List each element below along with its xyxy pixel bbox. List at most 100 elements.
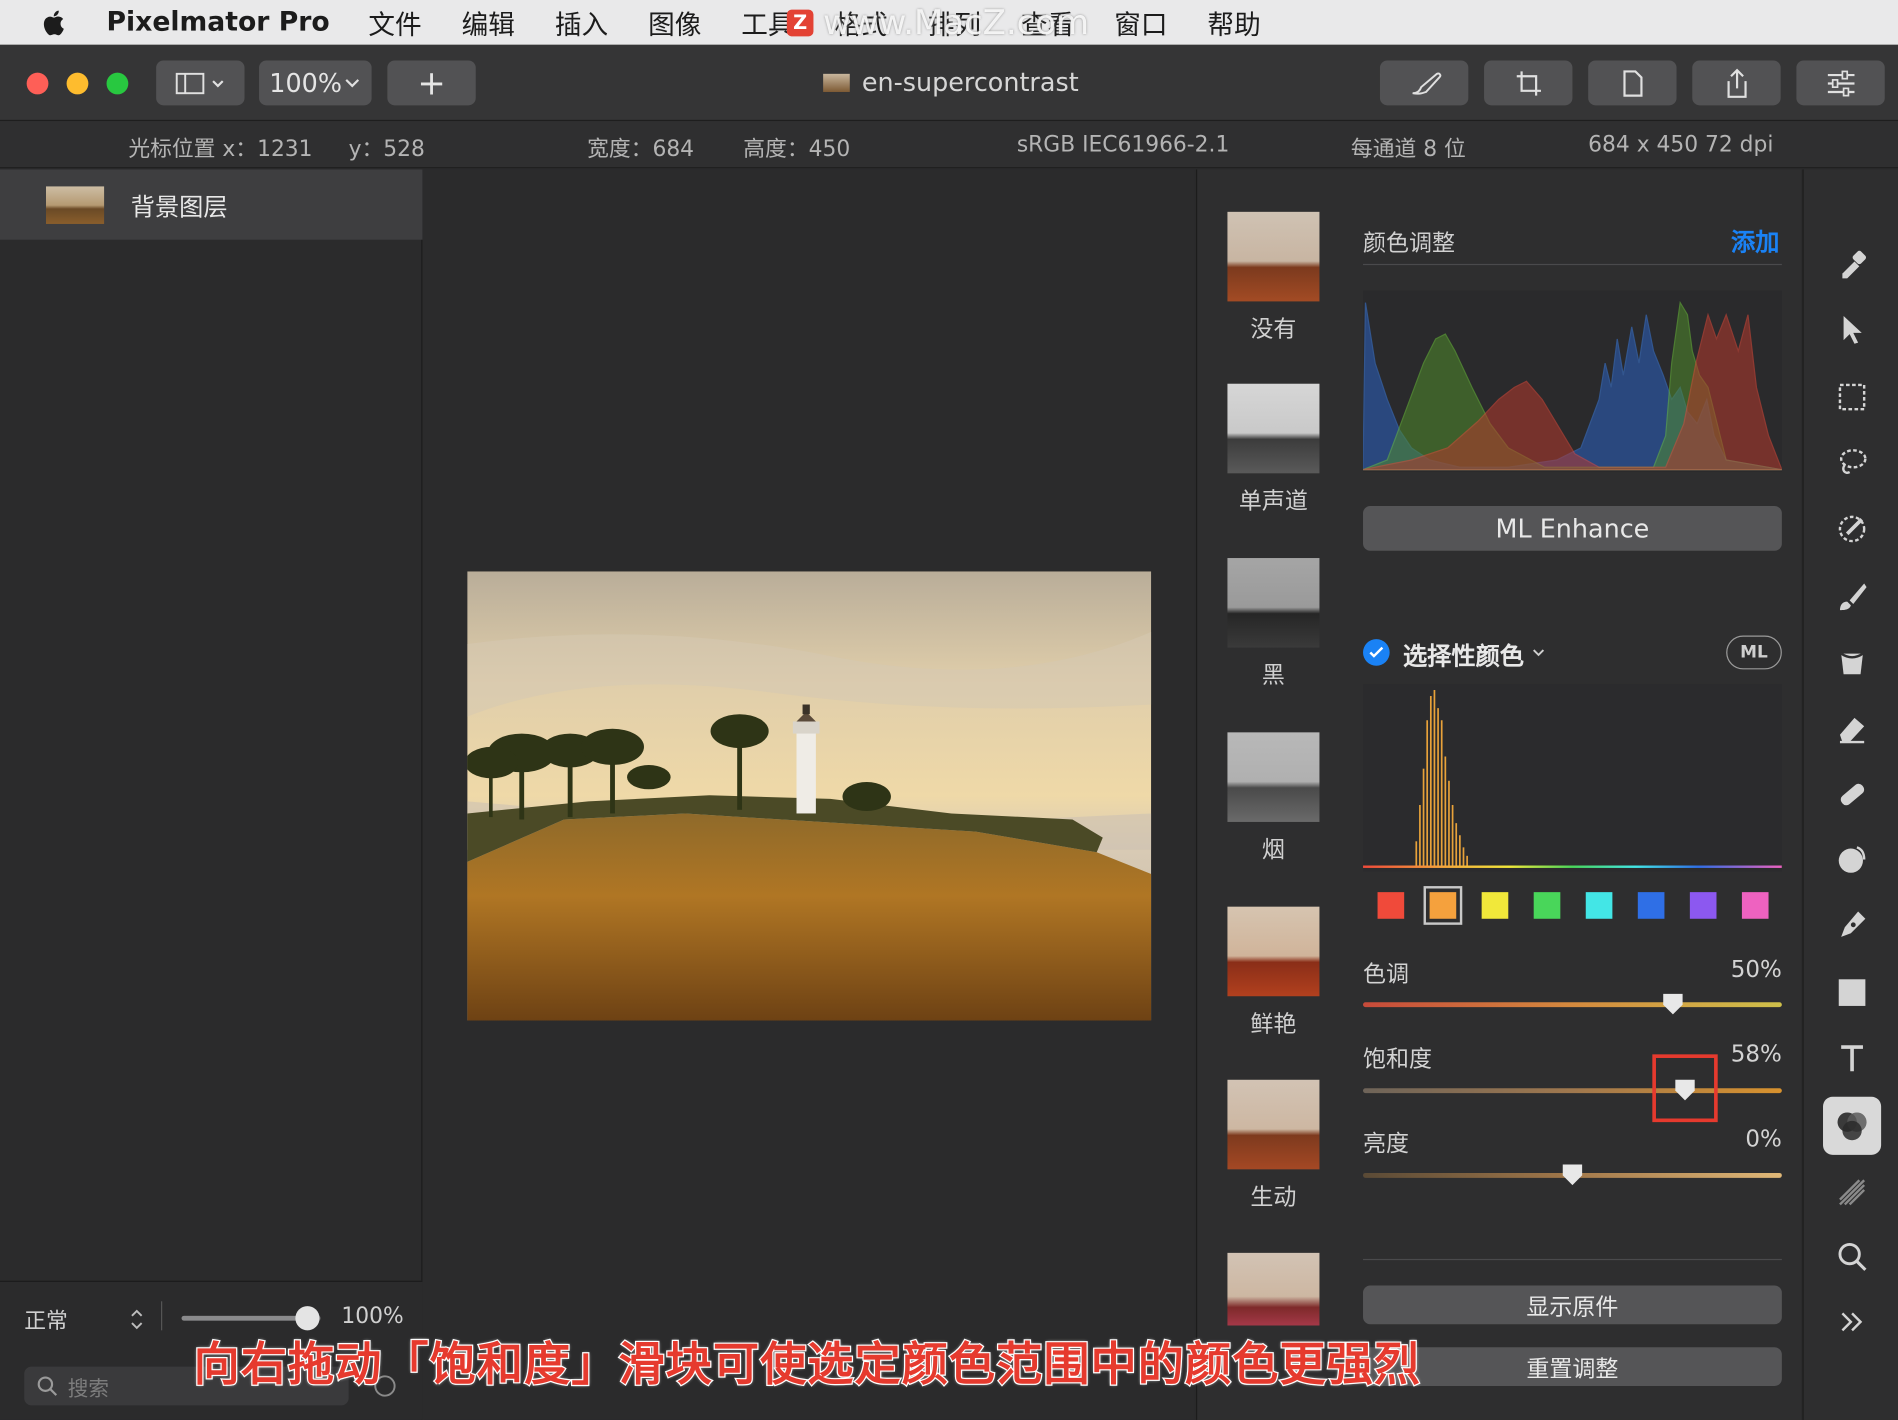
lasso-tool-button[interactable] — [1828, 438, 1876, 486]
updown-chevron-icon[interactable] — [128, 1306, 145, 1333]
double-chevron-right-icon — [1841, 1312, 1863, 1332]
brightness-slider-track[interactable] — [1363, 1164, 1782, 1186]
color-adjust-tool-button[interactable] — [1823, 1096, 1882, 1155]
zoom-window-button[interactable] — [106, 72, 129, 95]
swatch-magenta[interactable] — [1741, 892, 1769, 919]
warp-icon — [1838, 846, 1866, 873]
canvas-area[interactable] — [423, 169, 1195, 1420]
minimize-window-button[interactable] — [66, 72, 89, 95]
pen-tool-button[interactable] — [1828, 901, 1876, 949]
layer-row[interactable]: 背景图层 — [0, 169, 423, 240]
type-tool-button[interactable] — [1828, 1034, 1876, 1082]
preset-none[interactable]: 没有 — [1227, 211, 1320, 344]
close-window-button[interactable] — [26, 72, 49, 95]
document-button[interactable] — [1588, 60, 1677, 106]
quick-select-tool-button[interactable] — [1828, 505, 1876, 553]
swatch-yellow[interactable] — [1481, 892, 1509, 919]
more-tools-button[interactable] — [1828, 1298, 1876, 1346]
square-shape-icon — [1838, 979, 1866, 1006]
preset-thumbnail — [1227, 1252, 1320, 1326]
highlight-box — [1652, 1054, 1719, 1123]
menu-app-name[interactable]: Pixelmator Pro — [107, 7, 330, 37]
swatch-cyan[interactable] — [1585, 892, 1613, 919]
reset-adjustments-button[interactable]: 重置调整 — [1363, 1347, 1782, 1387]
zoom-dropdown[interactable]: 100% — [259, 60, 372, 106]
crop-icon — [1516, 70, 1541, 96]
color-profile-readout: sRGB IEC61966-2.1 — [1016, 131, 1230, 158]
paint-bucket-icon — [1840, 652, 1864, 675]
preset-thumbnail — [1227, 383, 1320, 474]
color-adjustments-title: 颜色调整 — [1363, 229, 1456, 257]
chevron-down-icon — [344, 78, 359, 87]
menu-insert[interactable]: 插入 — [555, 3, 608, 42]
opacity-slider-track[interactable] — [181, 1306, 321, 1331]
adjustments-toggle-button[interactable] — [1796, 60, 1885, 106]
ml-enhance-button[interactable]: ML Enhance — [1363, 505, 1782, 551]
saturation-slider-track[interactable] — [1363, 1054, 1782, 1123]
menu-help[interactable]: 帮助 — [1207, 3, 1260, 42]
marquee-icon — [1838, 383, 1866, 411]
selective-color-checkbox[interactable] — [1363, 639, 1390, 666]
preset-mono[interactable]: 单声道 — [1227, 383, 1320, 516]
effects-tool-button[interactable] — [1828, 1168, 1876, 1216]
preset-label: 生动 — [1250, 1183, 1297, 1211]
zoom-tool-button[interactable] — [1828, 1232, 1876, 1280]
image-width-readout: 宽度：684 — [587, 136, 695, 163]
selective-color-title[interactable]: 选择性颜色 — [1403, 637, 1524, 672]
brightness-slider-knob[interactable] — [1560, 1162, 1584, 1186]
adjustments-panel: 没有 单声道 黑 烟 鲜艳 生动 颜色调整 添加 ML Enhance 选择性颜… — [1195, 169, 1802, 1420]
preset-label: 鲜艳 — [1250, 1010, 1297, 1038]
blend-mode-select[interactable]: 正常 — [24, 1304, 68, 1335]
crop-button[interactable] — [1484, 60, 1573, 106]
arrange-tool-button[interactable] — [1828, 305, 1876, 353]
chevron-down-icon[interactable] — [1531, 646, 1546, 658]
saturation-label: 饱和度 — [1363, 1045, 1433, 1073]
bit-depth-readout: 每通道 8 位 — [1350, 136, 1466, 163]
menu-image[interactable]: 图像 — [648, 3, 701, 42]
swatch-blue[interactable] — [1637, 892, 1665, 919]
hue-slider-knob[interactable] — [1661, 991, 1685, 1015]
menu-window[interactable]: 窗口 — [1114, 3, 1167, 42]
add-adjustment-link[interactable]: 添加 — [1731, 223, 1779, 258]
preset-lively[interactable]: 生动 — [1227, 1079, 1320, 1212]
rect-select-tool-button[interactable] — [1828, 373, 1876, 421]
apple-icon[interactable] — [41, 8, 68, 37]
paint-tools-button[interactable] — [1379, 60, 1469, 106]
preset-smoke[interactable]: 烟 — [1227, 732, 1320, 864]
menu-edit[interactable]: 编辑 — [462, 3, 515, 42]
paint-tool-button[interactable] — [1828, 573, 1876, 621]
distort-tool-button[interactable] — [1828, 835, 1876, 883]
preset-thumbnail — [1227, 732, 1320, 822]
hue-slider-track[interactable] — [1363, 993, 1782, 1015]
opacity-slider-fill — [181, 1315, 307, 1321]
ml-badge-button[interactable]: ML — [1726, 635, 1782, 670]
document-title: en-supercontrast — [823, 68, 1079, 97]
menu-file[interactable]: 文件 — [368, 3, 421, 42]
preset-partial[interactable] — [1227, 1252, 1320, 1326]
add-label: + — [417, 62, 446, 103]
swatch-green[interactable] — [1533, 892, 1561, 919]
tools-strip — [1802, 169, 1898, 1420]
document-title-text: en-supercontrast — [861, 67, 1079, 97]
preset-label: 黑 — [1261, 662, 1285, 689]
style-tool-button[interactable] — [1828, 240, 1876, 288]
swatch-red[interactable] — [1377, 892, 1405, 919]
swatch-orange[interactable] — [1423, 886, 1463, 925]
fill-tool-button[interactable] — [1828, 638, 1876, 686]
retouch-tool-button[interactable] — [1828, 770, 1876, 818]
swatch-purple[interactable] — [1689, 892, 1717, 919]
add-button[interactable]: + — [387, 60, 476, 106]
preset-thumbnail — [1227, 1079, 1320, 1170]
document-image[interactable] — [467, 571, 1152, 1021]
shape-tool-button[interactable] — [1828, 968, 1876, 1016]
preset-vivid[interactable]: 鲜艳 — [1227, 906, 1320, 1039]
brightness-value: 0% — [1745, 1125, 1782, 1153]
preset-black[interactable]: 黑 — [1227, 558, 1320, 690]
sidebar-toggle-button[interactable] — [156, 60, 245, 106]
show-original-button[interactable]: 显示原件 — [1363, 1285, 1782, 1325]
pen-nib-icon — [1841, 911, 1866, 937]
search-icon — [37, 1376, 58, 1396]
checkmark-icon — [1369, 646, 1384, 658]
erase-tool-button[interactable] — [1828, 703, 1876, 751]
share-button[interactable] — [1692, 60, 1781, 106]
